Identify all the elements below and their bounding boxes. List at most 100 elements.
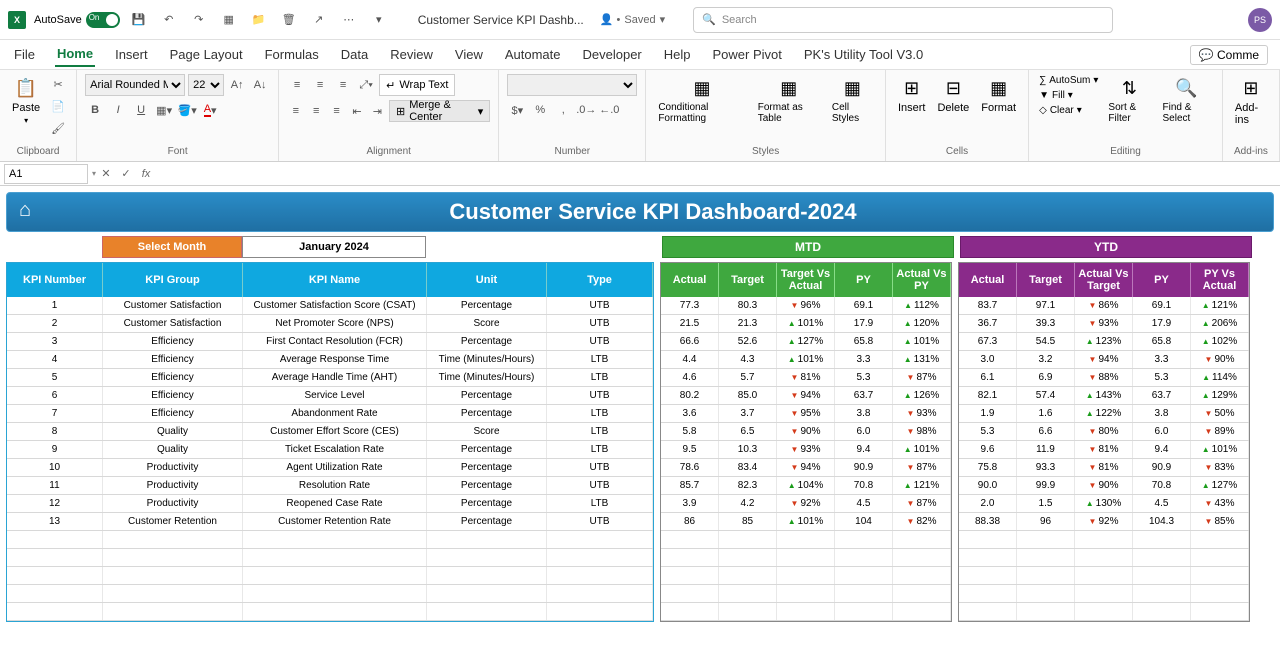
cell-mtd-avp[interactable]: ▼87% xyxy=(893,459,951,476)
table-row[interactable]: 10 Productivity Agent Utilization Rate P… xyxy=(7,459,653,477)
fill-button[interactable]: ▼ Fill ▾ xyxy=(1037,89,1100,102)
cell-kpi-name[interactable]: Ticket Escalation Rate xyxy=(243,441,427,458)
worksheet[interactable]: ⌂ Customer Service KPI Dashboard-2024 Se… xyxy=(0,186,1280,628)
cell-ytd-actual[interactable]: 3.0 xyxy=(959,351,1017,368)
empty-row[interactable] xyxy=(959,603,1249,621)
table-row[interactable]: 21.5 21.3 ▲101% 17.9 ▲120% xyxy=(661,315,951,333)
cell-kpi-name[interactable]: Agent Utilization Rate xyxy=(243,459,427,476)
cell-mtd-actual[interactable]: 85.7 xyxy=(661,477,719,494)
tab-power-pivot[interactable]: Power Pivot xyxy=(711,43,784,66)
cell-unit[interactable]: Percentage xyxy=(427,297,547,314)
cell-mtd-actual[interactable]: 86 xyxy=(661,513,719,530)
table-row[interactable]: 2.0 1.5 ▲130% 4.5 ▼43% xyxy=(959,495,1249,513)
cell-kpi-grp[interactable]: Customer Satisfaction xyxy=(103,315,243,332)
qat-share-icon[interactable]: ↗ xyxy=(308,9,330,31)
formula-input[interactable] xyxy=(160,164,1280,184)
cell-ytd-avt[interactable]: ▲130% xyxy=(1075,495,1133,512)
cell-kpi-grp[interactable]: Efficiency xyxy=(103,351,243,368)
insert-cells-button[interactable]: ⊞Insert xyxy=(894,74,930,116)
cell-ytd-py[interactable]: 63.7 xyxy=(1133,387,1191,404)
cell-ytd-py[interactable]: 17.9 xyxy=(1133,315,1191,332)
cell-mtd-avp[interactable]: ▼87% xyxy=(893,495,951,512)
cell-ytd-avt[interactable]: ▼81% xyxy=(1075,441,1133,458)
table-row[interactable]: 6 Efficiency Service Level Percentage UT… xyxy=(7,387,653,405)
cell-ytd-pva[interactable]: ▲114% xyxy=(1191,369,1249,386)
cell-kpi-grp[interactable]: Efficiency xyxy=(103,387,243,404)
cell-ytd-pva[interactable]: ▲127% xyxy=(1191,477,1249,494)
cell-kpi-grp[interactable]: Efficiency xyxy=(103,405,243,422)
cell-unit[interactable]: Percentage xyxy=(427,405,547,422)
cell-ytd-py[interactable]: 65.8 xyxy=(1133,333,1191,350)
cell-ytd-actual[interactable]: 90.0 xyxy=(959,477,1017,494)
empty-row[interactable] xyxy=(661,585,951,603)
cell-mtd-tva[interactable]: ▲101% xyxy=(777,315,835,332)
cell-ytd-target[interactable]: 1.5 xyxy=(1017,495,1075,512)
table-row[interactable]: 4.4 4.3 ▲101% 3.3 ▲131% xyxy=(661,351,951,369)
cell-ytd-pva[interactable]: ▼85% xyxy=(1191,513,1249,530)
cell-type[interactable]: UTB xyxy=(547,333,653,350)
empty-row[interactable] xyxy=(7,531,653,549)
tab-home[interactable]: Home xyxy=(55,42,95,67)
italic-button[interactable]: I xyxy=(108,100,128,120)
cell-ytd-actual[interactable]: 83.7 xyxy=(959,297,1017,314)
name-box[interactable] xyxy=(4,164,88,184)
decrease-indent-icon[interactable]: ⇤ xyxy=(348,101,365,121)
cell-mtd-tva[interactable]: ▼94% xyxy=(777,387,835,404)
cell-mtd-tva[interactable]: ▼81% xyxy=(777,369,835,386)
cell-mtd-avp[interactable]: ▲120% xyxy=(893,315,951,332)
cell-mtd-tva[interactable]: ▼90% xyxy=(777,423,835,440)
cell-ytd-pva[interactable]: ▼89% xyxy=(1191,423,1249,440)
empty-row[interactable] xyxy=(661,603,951,621)
cell-mtd-py[interactable]: 6.0 xyxy=(835,423,893,440)
table-row[interactable]: 82.1 57.4 ▲143% 63.7 ▲129% xyxy=(959,387,1249,405)
cell-kpi-grp[interactable]: Efficiency xyxy=(103,369,243,386)
table-row[interactable]: 3.6 3.7 ▼95% 3.8 ▼93% xyxy=(661,405,951,423)
cell-ytd-pva[interactable]: ▲102% xyxy=(1191,333,1249,350)
table-row[interactable]: 66.6 52.6 ▲127% 65.8 ▲101% xyxy=(661,333,951,351)
empty-row[interactable] xyxy=(959,567,1249,585)
table-row[interactable]: 9.6 11.9 ▼81% 9.4 ▲101% xyxy=(959,441,1249,459)
tab-formulas[interactable]: Formulas xyxy=(263,43,321,66)
table-row[interactable]: 7 Efficiency Abandonment Rate Percentage… xyxy=(7,405,653,423)
home-icon[interactable]: ⌂ xyxy=(19,199,45,225)
cell-type[interactable]: UTB xyxy=(547,387,653,404)
cell-mtd-py[interactable]: 3.3 xyxy=(835,351,893,368)
cell-mtd-avp[interactable]: ▼98% xyxy=(893,423,951,440)
cell-type[interactable]: UTB xyxy=(547,315,653,332)
cell-kpi-num[interactable]: 4 xyxy=(7,351,103,368)
cell-kpi-grp[interactable]: Productivity xyxy=(103,459,243,476)
cell-kpi-grp[interactable]: Quality xyxy=(103,441,243,458)
table-row[interactable]: 13 Customer Retention Customer Retention… xyxy=(7,513,653,531)
font-name-select[interactable]: Arial Rounded MT xyxy=(85,74,185,96)
cell-mtd-actual[interactable]: 3.6 xyxy=(661,405,719,422)
table-row[interactable]: 1 Customer Satisfaction Customer Satisfa… xyxy=(7,297,653,315)
cell-ytd-target[interactable]: 39.3 xyxy=(1017,315,1075,332)
cell-type[interactable]: UTB xyxy=(547,477,653,494)
cell-mtd-target[interactable]: 10.3 xyxy=(719,441,777,458)
cell-ytd-pva[interactable]: ▲206% xyxy=(1191,315,1249,332)
cell-mtd-tva[interactable]: ▼94% xyxy=(777,459,835,476)
border-button[interactable]: ▦▾ xyxy=(154,100,174,120)
cell-ytd-pva[interactable]: ▼43% xyxy=(1191,495,1249,512)
cell-ytd-target[interactable]: 96 xyxy=(1017,513,1075,530)
cell-ytd-target[interactable]: 93.3 xyxy=(1017,459,1075,476)
cell-ytd-target[interactable]: 99.9 xyxy=(1017,477,1075,494)
table-row[interactable]: 5.3 6.6 ▼80% 6.0 ▼89% xyxy=(959,423,1249,441)
cell-mtd-target[interactable]: 80.3 xyxy=(719,297,777,314)
table-row[interactable]: 1.9 1.6 ▲122% 3.8 ▼50% xyxy=(959,405,1249,423)
cell-type[interactable]: LTB xyxy=(547,351,653,368)
cell-ytd-target[interactable]: 11.9 xyxy=(1017,441,1075,458)
decrease-decimal-icon[interactable]: ←.0 xyxy=(599,100,619,120)
cell-mtd-avp[interactable]: ▼82% xyxy=(893,513,951,530)
fill-color-button[interactable]: 🪣▾ xyxy=(177,100,197,120)
tab-automate[interactable]: Automate xyxy=(503,43,563,66)
cell-kpi-num[interactable]: 8 xyxy=(7,423,103,440)
decrease-font-icon[interactable]: A↓ xyxy=(250,75,270,95)
empty-row[interactable] xyxy=(661,567,951,585)
cell-mtd-actual[interactable]: 5.8 xyxy=(661,423,719,440)
cell-mtd-avp[interactable]: ▲112% xyxy=(893,297,951,314)
cell-unit[interactable]: Percentage xyxy=(427,441,547,458)
cell-ytd-target[interactable]: 57.4 xyxy=(1017,387,1075,404)
cell-ytd-py[interactable]: 9.4 xyxy=(1133,441,1191,458)
cell-kpi-num[interactable]: 11 xyxy=(7,477,103,494)
